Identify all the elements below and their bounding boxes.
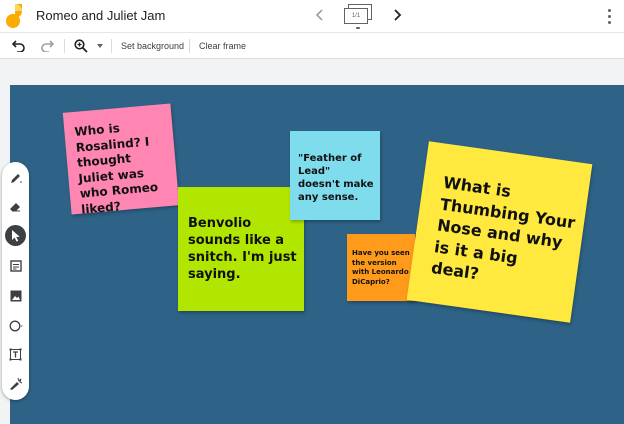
select-arrow-icon — [11, 230, 20, 242]
pen-tool[interactable] — [5, 168, 26, 189]
kebab-dot — [607, 14, 611, 18]
redo-button[interactable] — [40, 37, 54, 55]
zoom-dropdown-button[interactable] — [97, 37, 103, 55]
circle-shape-icon — [9, 320, 22, 331]
kebab-dot — [607, 20, 611, 24]
sticky-note-text: Benvolio sounds like a snitch. I'm just … — [188, 216, 297, 282]
toolbar-divider — [64, 39, 65, 53]
sticky-note-green[interactable]: Benvolio sounds like a snitch. I'm just … — [178, 187, 304, 311]
clear-frame-button[interactable]: Clear frame — [199, 37, 246, 55]
undo-icon — [12, 40, 25, 52]
sticky-note-orange[interactable]: Have you seen the version with Leonardo … — [347, 234, 415, 301]
sticky-note-yellow[interactable]: What is Thumbing Your Nose and why is it… — [406, 141, 593, 323]
redo-icon — [41, 40, 54, 52]
sticky-note-text: What is Thumbing Your Nose and why is it… — [430, 172, 577, 284]
sticky-note-cyan[interactable]: "Feather of Lead" doesn't make any sense… — [290, 131, 380, 220]
toolbar-divider — [189, 39, 190, 53]
image-icon — [10, 290, 21, 301]
frame-indicator-label: 1/1 — [344, 8, 368, 24]
sticky-note-text: Who is Rosalind? I thought Juliet was wh… — [73, 121, 159, 217]
document-title[interactable]: Romeo and Juliet Jam — [36, 8, 165, 23]
title-bar: Romeo and Juliet Jam 1/1 — [0, 0, 624, 33]
zoom-in-icon — [74, 39, 88, 53]
kebab-dot — [607, 8, 611, 12]
zoom-button[interactable] — [74, 37, 88, 55]
chevron-left-icon — [315, 9, 323, 21]
expand-indicator — [356, 27, 360, 29]
pen-icon — [11, 174, 22, 183]
shape-tool[interactable] — [5, 315, 26, 336]
laser-icon — [10, 377, 22, 390]
tool-palette — [2, 162, 29, 400]
chevron-right-icon — [394, 9, 402, 21]
frame-bar-toggle[interactable]: 1/1 — [344, 4, 372, 29]
toolbar: Set background Clear frame — [0, 33, 624, 59]
more-options-button[interactable] — [602, 7, 616, 25]
select-tool[interactable] — [5, 225, 26, 246]
toolbar-divider — [111, 39, 112, 53]
sticky-note-pink[interactable]: Who is Rosalind? I thought Juliet was wh… — [62, 103, 180, 217]
sticky-note-icon — [9, 259, 22, 272]
sticky-note-text: "Feather of Lead" doesn't make any sense… — [298, 153, 374, 203]
eraser-icon — [10, 202, 20, 211]
set-background-button[interactable]: Set background — [121, 37, 184, 55]
sticky-note-tool[interactable] — [5, 255, 26, 276]
eraser-tool[interactable] — [5, 196, 26, 217]
text-box-tool[interactable] — [5, 344, 26, 365]
text-box-icon — [9, 348, 22, 361]
jamboard-logo-icon — [6, 4, 22, 28]
image-tool[interactable] — [5, 285, 26, 306]
next-frame-button[interactable] — [387, 5, 407, 25]
undo-button[interactable] — [12, 37, 26, 55]
caret-down-icon — [97, 44, 103, 48]
laser-tool[interactable] — [5, 373, 26, 394]
previous-frame-button[interactable] — [310, 5, 330, 25]
sticky-note-text: Have you seen the version with Leonardo … — [352, 249, 410, 286]
